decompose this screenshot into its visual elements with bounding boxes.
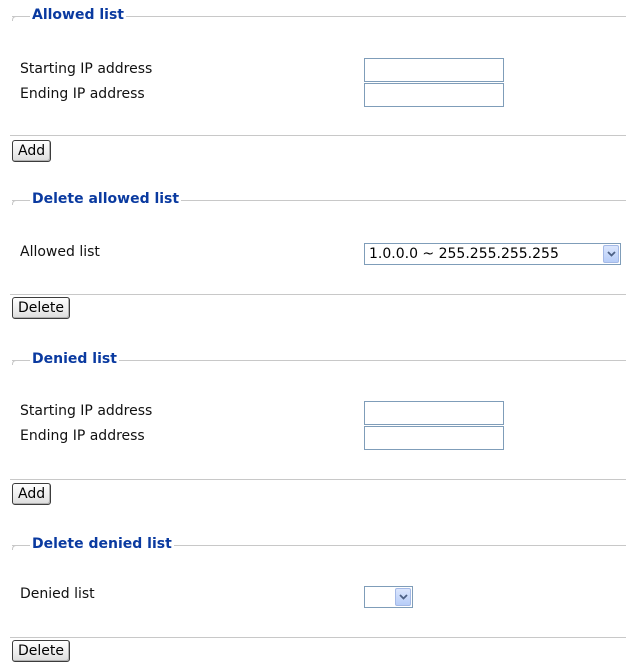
divider (10, 135, 626, 136)
allowed-list-label: Allowed list (20, 244, 100, 260)
allowed-end-ip-label: Ending IP address (20, 86, 145, 102)
denied-start-ip-input[interactable] (364, 401, 504, 425)
delete-denied-title: Delete denied list (30, 536, 174, 552)
delete-allowed-title: Delete allowed list (30, 191, 182, 207)
delete-denied-button[interactable]: Delete (12, 640, 70, 662)
add-allowed-button[interactable]: Add (12, 140, 52, 162)
denied-start-ip-label: Starting IP address (20, 403, 153, 419)
allowed-start-ip-label: Starting IP address (20, 61, 153, 77)
chevron-down-icon[interactable] (603, 245, 619, 263)
add-denied-button[interactable]: Add (12, 483, 52, 505)
denied-end-ip-label: Ending IP address (20, 428, 145, 444)
delete-allowed-button[interactable]: Delete (12, 297, 70, 319)
allowed-start-ip-input[interactable] (364, 58, 504, 82)
allowed-list-selected-value: 1.0.0.0 ~ 255.255.255.255 (369, 246, 559, 262)
divider (10, 479, 626, 480)
allowed-list-title: Allowed list (30, 7, 126, 23)
chevron-down-icon[interactable] (395, 588, 411, 606)
divider (10, 637, 626, 638)
divider (10, 294, 626, 295)
denied-list-select[interactable] (364, 586, 413, 608)
denied-end-ip-input[interactable] (364, 426, 504, 450)
allowed-list-select[interactable]: 1.0.0.0 ~ 255.255.255.255 (364, 243, 621, 265)
denied-list-label: Denied list (20, 586, 95, 602)
denied-list-title: Denied list (30, 351, 119, 367)
allowed-end-ip-input[interactable] (364, 83, 504, 107)
